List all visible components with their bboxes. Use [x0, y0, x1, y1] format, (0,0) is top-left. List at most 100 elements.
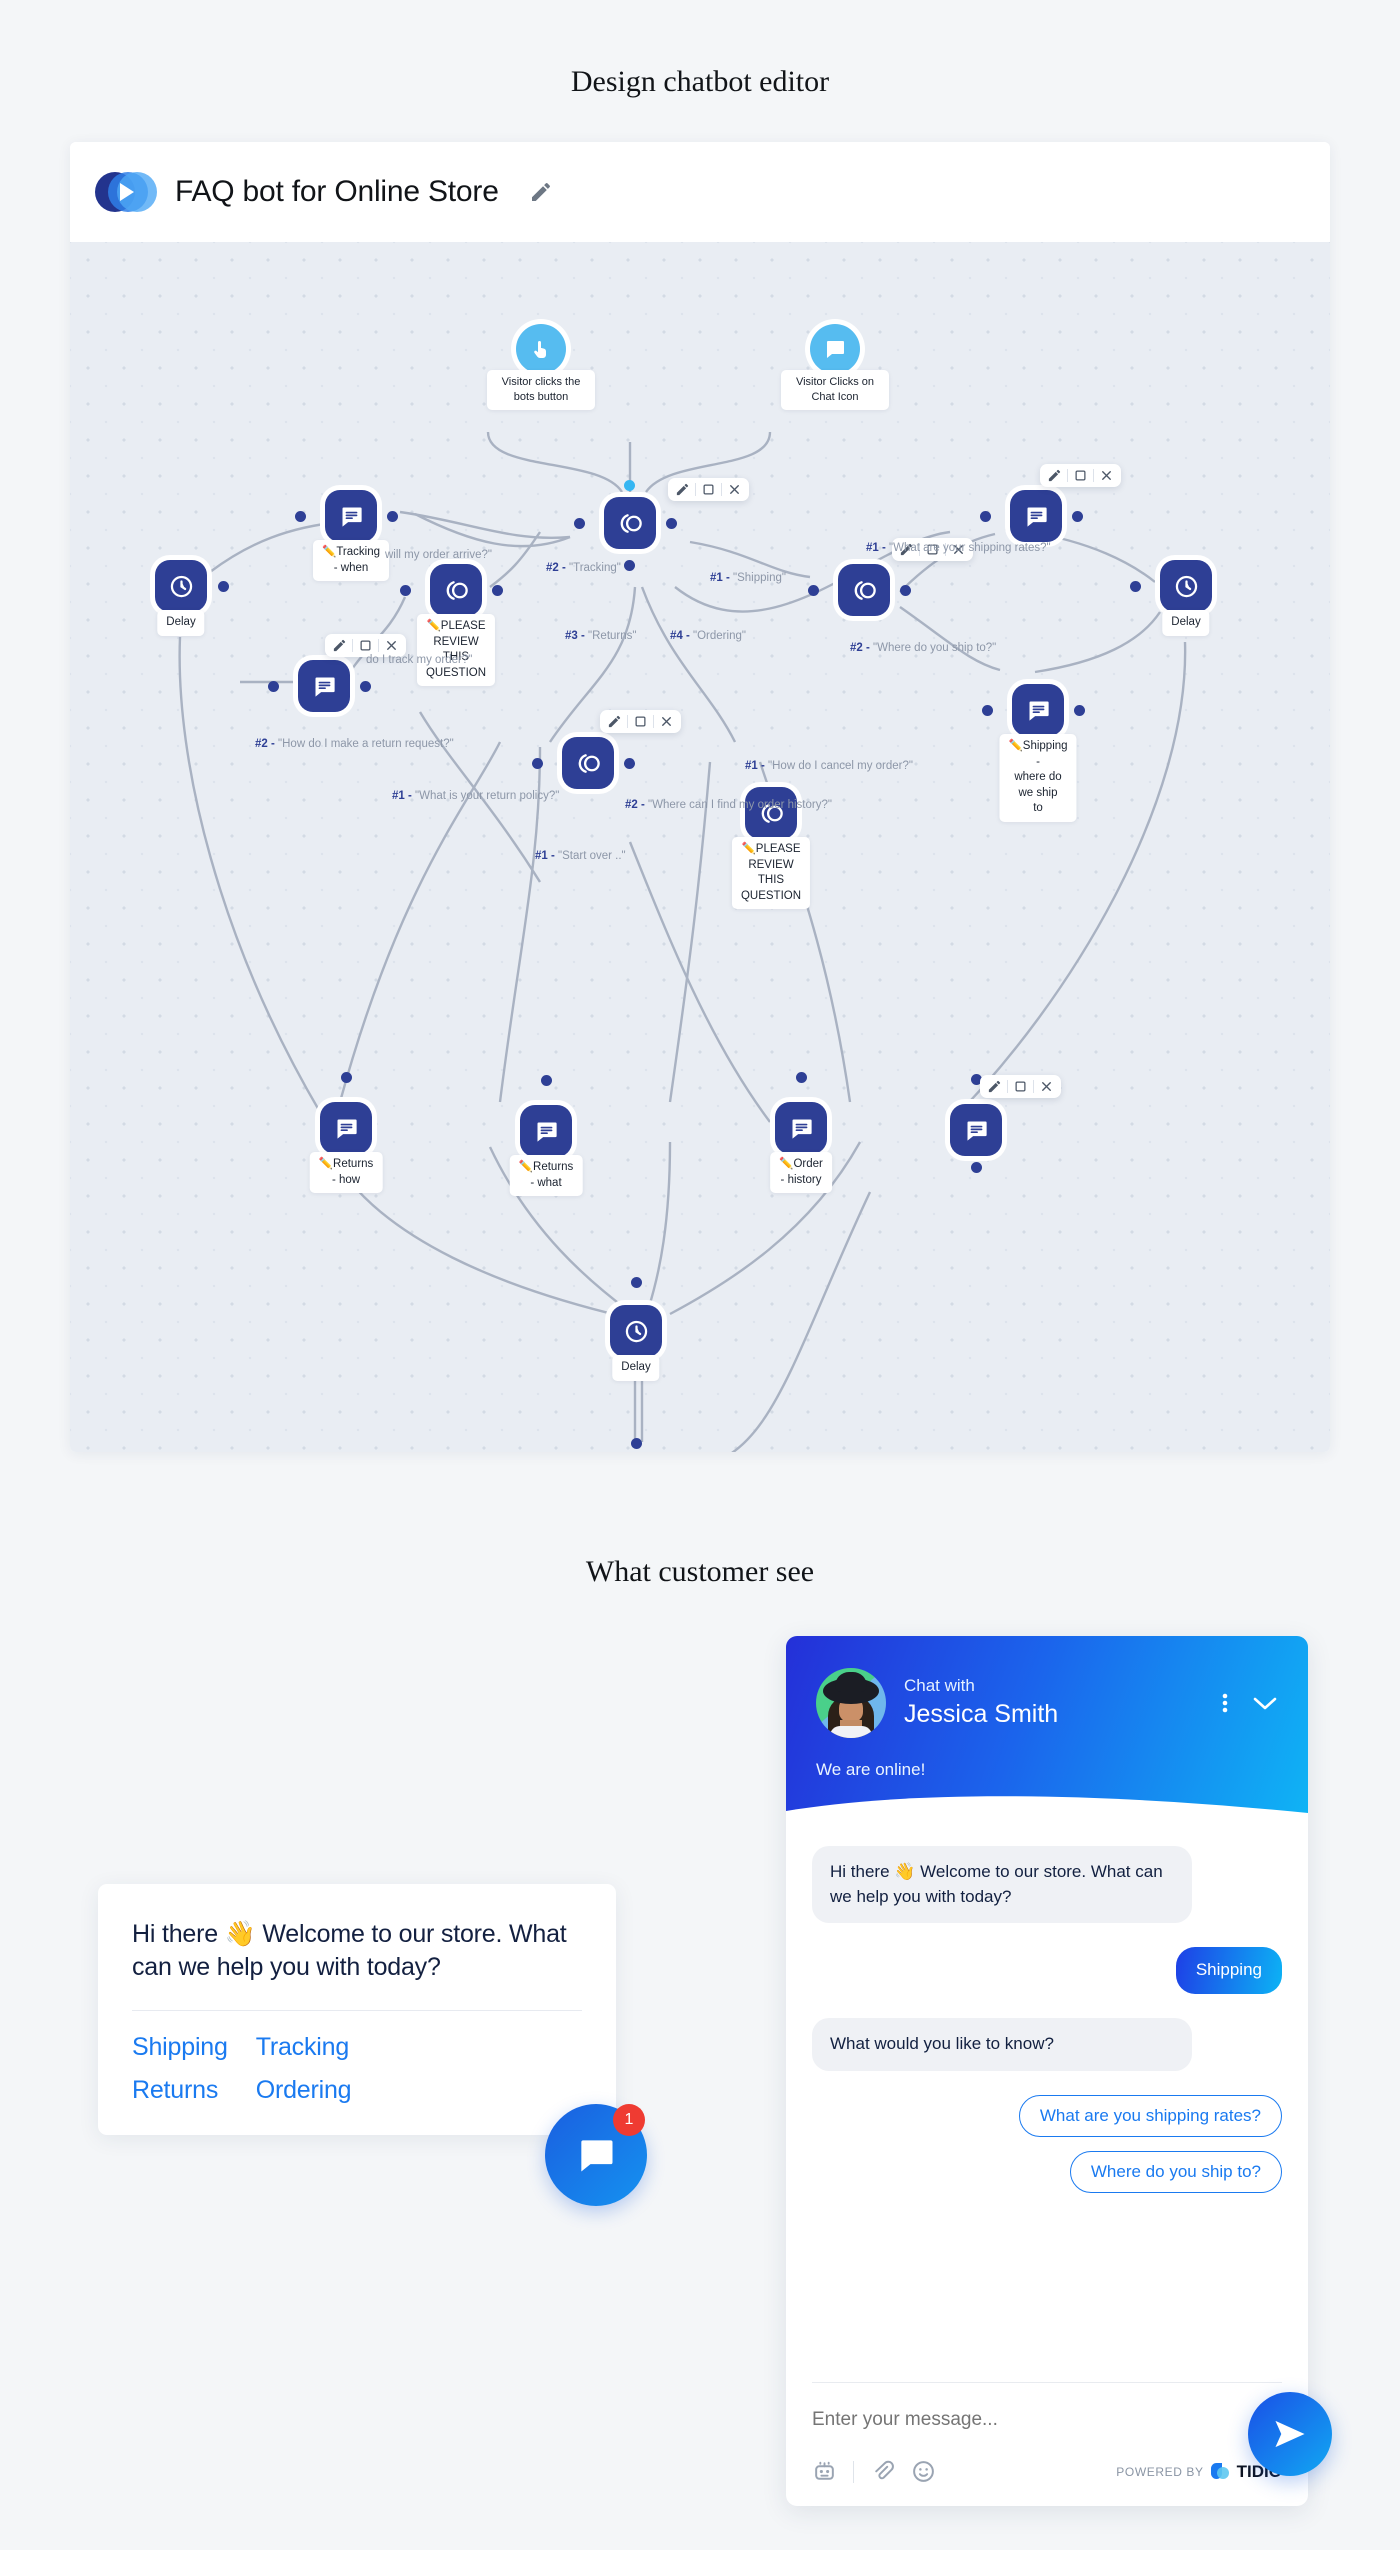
- port-in[interactable]: [541, 1075, 552, 1086]
- header-wave-shape: [786, 1796, 1308, 1823]
- node-label: ✏️Returns - how: [309, 1152, 383, 1194]
- chatbot-editor-window: FAQ bot for Online Store Visitor clicks …: [70, 142, 1330, 1452]
- edge-label-text: "Shipping": [733, 572, 786, 584]
- port-right[interactable]: [360, 681, 371, 692]
- quick-reply-list: Shipping Tracking Returns Ordering: [132, 2033, 582, 2105]
- port-left[interactable]: [400, 585, 411, 596]
- port-right[interactable]: [492, 585, 503, 596]
- node-msg-track-order[interactable]: [298, 660, 350, 712]
- flow-canvas[interactable]: Visitor clicks the bots button Visitor C…: [70, 242, 1330, 1452]
- quick-reply-ordering[interactable]: Ordering: [256, 2076, 352, 2105]
- duplicate-icon[interactable]: [358, 638, 373, 653]
- port-left[interactable]: [295, 511, 306, 522]
- port-right[interactable]: [624, 758, 635, 769]
- port-in[interactable]: [631, 1438, 642, 1449]
- port-right[interactable]: [666, 518, 677, 529]
- port-left[interactable]: [982, 705, 993, 716]
- port-right[interactable]: [387, 511, 398, 522]
- edge-label-num: #1 -: [745, 760, 765, 772]
- divider: [812, 2382, 1282, 2383]
- pencil-icon[interactable]: [675, 482, 690, 497]
- node-toolbar[interactable]: [668, 478, 749, 501]
- edge-label-text: "Where can I find my order history?": [648, 799, 832, 811]
- port-in[interactable]: [796, 1072, 807, 1083]
- node-label: ✏️Returns - what: [509, 1155, 583, 1197]
- close-icon[interactable]: [659, 714, 674, 729]
- bot-icon[interactable]: [812, 2459, 837, 2484]
- chat-icon: [810, 324, 860, 374]
- message-input[interactable]: [812, 2409, 1282, 2431]
- pencil-icon[interactable]: [987, 1079, 1002, 1094]
- send-icon: [1275, 2420, 1305, 2448]
- node-decision-returns[interactable]: [562, 737, 614, 789]
- node-decision-shipping[interactable]: [838, 564, 890, 616]
- emoji-icon[interactable]: [911, 2459, 936, 2484]
- close-icon[interactable]: [727, 482, 742, 497]
- port-in[interactable]: [624, 480, 635, 491]
- pencil-icon[interactable]: [529, 180, 553, 204]
- port-right[interactable]: [218, 581, 229, 592]
- edge-label-num: #2 -: [546, 562, 566, 574]
- node-toolbar[interactable]: [1040, 464, 1121, 487]
- quick-reply-shipping[interactable]: Shipping: [132, 2033, 228, 2062]
- duplicate-icon[interactable]: [633, 714, 648, 729]
- node-decision-main[interactable]: [604, 497, 656, 549]
- port-out[interactable]: [971, 1162, 982, 1173]
- node-delay-bottom[interactable]: Delay: [610, 1305, 662, 1381]
- port-left[interactable]: [1130, 581, 1141, 592]
- close-icon[interactable]: [384, 638, 399, 653]
- port-right[interactable]: [1072, 511, 1083, 522]
- node-decision-review-1[interactable]: ✏️PLEASE REVIEW THIS QUESTION: [416, 564, 496, 687]
- edge-label-order-history: #2 - "Where can I find my order history?…: [625, 799, 832, 811]
- attachment-icon[interactable]: [870, 2459, 895, 2484]
- port-in[interactable]: [631, 1277, 642, 1288]
- send-button[interactable]: [1248, 2392, 1332, 2476]
- port-left[interactable]: [980, 511, 991, 522]
- node-msg-order-history[interactable]: ✏️Order - history: [770, 1102, 832, 1194]
- edge-label-text: "How do I cancel my order?": [768, 760, 913, 772]
- port-right[interactable]: [900, 585, 911, 596]
- port-right[interactable]: [1074, 705, 1085, 716]
- more-vertical-icon[interactable]: [1222, 1691, 1228, 1715]
- close-icon[interactable]: [1099, 468, 1114, 483]
- node-trigger-chat-icon[interactable]: Visitor Clicks on Chat Icon: [781, 324, 889, 410]
- node-msg-cancel-order[interactable]: [950, 1104, 1002, 1156]
- node-msg-returns-how[interactable]: ✏️Returns - how: [309, 1102, 383, 1194]
- port-left[interactable]: [532, 758, 543, 769]
- chat-header: Chat with Jessica Smith We are online!: [786, 1636, 1308, 1823]
- node-msg-returns-what[interactable]: ✏️Returns - what: [509, 1105, 583, 1197]
- edge-label-num: #1 -: [392, 790, 412, 802]
- port-in[interactable]: [341, 1072, 352, 1083]
- node-msg-shipping-where[interactable]: ✏️Shipping - where do we ship to: [999, 684, 1077, 822]
- port-left[interactable]: [574, 518, 585, 529]
- node-msg-shipping-rates[interactable]: [1010, 490, 1062, 542]
- close-icon[interactable]: [1039, 1079, 1054, 1094]
- duplicate-icon[interactable]: [1073, 468, 1088, 483]
- quick-reply-shipping-rates[interactable]: What are you shipping rates?: [1018, 2094, 1282, 2137]
- node-decision-review-2[interactable]: ✏️PLEASE REVIEW THIS QUESTION: [731, 787, 811, 910]
- node-toolbar[interactable]: [600, 710, 681, 733]
- node-label: Visitor Clicks on Chat Icon: [781, 370, 889, 410]
- chevron-down-icon[interactable]: [1252, 1695, 1278, 1711]
- port-bottom[interactable]: [624, 560, 635, 571]
- chat-widget: Chat with Jessica Smith We are online! H…: [786, 1636, 1308, 2506]
- node-trigger-bot-button[interactable]: Visitor clicks the bots button: [487, 324, 595, 410]
- unread-badge: 1: [613, 2104, 645, 2136]
- pencil-icon[interactable]: [1047, 468, 1062, 483]
- port-left[interactable]: [808, 585, 819, 596]
- message-icon: [320, 1102, 372, 1154]
- duplicate-icon[interactable]: [701, 482, 716, 497]
- quick-reply-tracking[interactable]: Tracking: [256, 2033, 352, 2062]
- bot-name: FAQ bot for Online Store: [175, 175, 499, 208]
- node-msg-tracking-when[interactable]: ✏️Tracking - when: [313, 490, 389, 582]
- node-delay-left[interactable]: Delay: [155, 560, 207, 636]
- quick-reply-returns[interactable]: Returns: [132, 2076, 228, 2105]
- pencil-icon[interactable]: [607, 714, 622, 729]
- pencil-icon[interactable]: [332, 638, 347, 653]
- quick-reply-where-ship[interactable]: Where do you ship to?: [1069, 2150, 1282, 2193]
- chat-launcher-button[interactable]: 1: [545, 2104, 647, 2206]
- node-toolbar[interactable]: [980, 1075, 1061, 1098]
- node-delay-right[interactable]: Delay: [1160, 560, 1212, 636]
- port-left[interactable]: [268, 681, 279, 692]
- duplicate-icon[interactable]: [1013, 1079, 1028, 1094]
